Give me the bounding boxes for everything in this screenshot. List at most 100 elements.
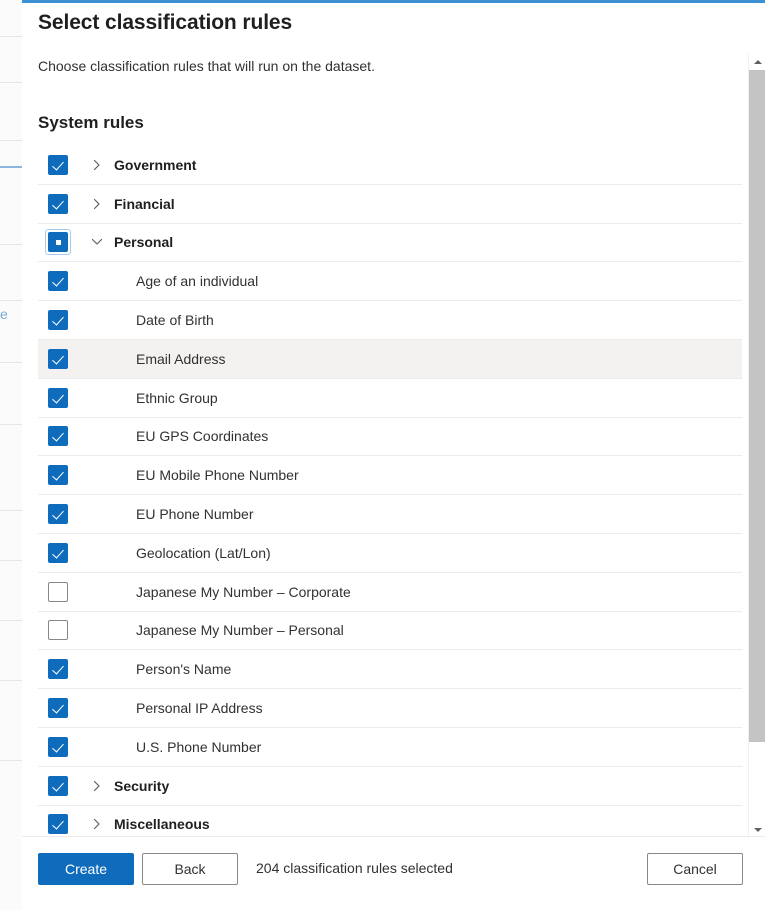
rule-checkbox-wrapper[interactable] [46, 348, 70, 369]
rule-checkbox-wrapper[interactable] [46, 581, 70, 602]
background-divider [0, 36, 22, 37]
rule-item-row[interactable]: Japanese My Number – Corporate [38, 573, 742, 612]
rule-checkbox-wrapper[interactable] [46, 465, 70, 486]
rule-item-row[interactable]: Japanese My Number – Personal [38, 612, 742, 651]
rule-group-row[interactable]: Financial [38, 185, 742, 224]
rule-item-row[interactable]: U.S. Phone Number [38, 728, 742, 767]
classification-rules-dialog: e Select classification rules Choose cla… [0, 0, 765, 910]
rule-label: Age of an individual [136, 273, 259, 290]
dialog-footer: Create Back 204 classification rules sel… [22, 836, 765, 910]
checkbox-checked-icon[interactable] [48, 542, 68, 563]
rule-item-row[interactable]: EU Phone Number [38, 495, 742, 534]
scroll-up-arrow-icon[interactable] [749, 53, 765, 70]
rule-checkbox-wrapper[interactable] [46, 736, 70, 757]
rule-item-row[interactable]: Geolocation (Lat/Lon) [38, 534, 742, 573]
rule-item-row[interactable]: Date of Birth [38, 301, 742, 340]
background-divider [0, 424, 22, 425]
rule-checkbox-wrapper[interactable] [46, 193, 70, 214]
rule-checkbox-wrapper[interactable] [46, 310, 70, 331]
rule-label: EU GPS Coordinates [136, 428, 269, 445]
background-divider [0, 300, 22, 301]
rule-checkbox-wrapper[interactable] [45, 229, 71, 256]
background-divider [0, 244, 22, 245]
selected-rules-count-status: 204 classification rules selected [256, 860, 453, 876]
chevron-placeholder [84, 430, 110, 442]
checkbox-checked-icon[interactable] [48, 465, 68, 486]
chevron-placeholder [84, 702, 110, 714]
dialog-panel: Select classification rules Choose class… [22, 0, 765, 910]
checkbox-unchecked-icon[interactable] [48, 581, 68, 602]
chevron-right-icon[interactable] [84, 780, 110, 792]
rule-checkbox-wrapper[interactable] [46, 154, 70, 175]
rule-label: Personal [114, 234, 174, 251]
checkbox-checked-icon[interactable] [48, 154, 68, 175]
background-divider [0, 680, 22, 681]
checkbox-checked-icon[interactable] [48, 775, 68, 796]
chevron-right-icon[interactable] [84, 159, 110, 171]
checkbox-checked-icon[interactable] [48, 271, 68, 292]
background-divider [0, 140, 22, 141]
rule-checkbox-wrapper[interactable] [46, 387, 70, 408]
vertical-scrollbar[interactable] [748, 53, 765, 838]
rule-item-row[interactable]: Person's Name [38, 650, 742, 690]
chevron-down-icon[interactable] [84, 236, 110, 248]
checkbox-checked-icon[interactable] [48, 736, 68, 757]
checkbox-checked-icon[interactable] [48, 387, 68, 408]
background-partial-link: e [0, 306, 8, 322]
chevron-placeholder [84, 392, 110, 404]
rule-item-row[interactable]: Email Address [38, 339, 742, 379]
rule-checkbox-wrapper[interactable] [46, 775, 70, 796]
cancel-button[interactable]: Cancel [647, 853, 743, 885]
rule-checkbox-wrapper[interactable] [46, 542, 70, 563]
rule-label: Personal IP Address [136, 700, 263, 717]
scrollbar-thumb[interactable] [749, 70, 765, 742]
rule-item-row[interactable]: Age of an individual [38, 262, 742, 302]
checkbox-checked-icon[interactable] [48, 193, 68, 214]
checkbox-checked-icon[interactable] [48, 504, 68, 525]
rule-label: Email Address [136, 350, 226, 367]
rule-group-row[interactable]: Security [38, 767, 742, 806]
background-divider [0, 560, 22, 561]
background-divider [0, 620, 22, 621]
chevron-right-icon[interactable] [84, 818, 110, 830]
background-divider [0, 82, 22, 83]
rule-label: Japanese My Number – Corporate [136, 583, 351, 600]
checkbox-checked-icon[interactable] [48, 310, 68, 331]
back-button[interactable]: Back [142, 853, 238, 885]
rule-label: Government [114, 156, 197, 173]
rule-item-row[interactable]: EU Mobile Phone Number [38, 456, 742, 496]
rule-label: EU Mobile Phone Number [136, 467, 299, 484]
page-title: Select classification rules [38, 11, 293, 34]
chevron-placeholder [84, 508, 110, 520]
rule-checkbox-wrapper[interactable] [46, 271, 70, 292]
background-accent-line [0, 166, 22, 168]
rule-checkbox-wrapper[interactable] [46, 620, 70, 641]
checkbox-checked-icon[interactable] [48, 348, 68, 369]
checkbox-indeterminate-icon[interactable] [48, 232, 68, 253]
section-heading-system-rules: System rules [38, 113, 144, 132]
rule-label: Financial [114, 195, 175, 212]
scrollbar-track[interactable] [749, 70, 765, 821]
background-page-sliver: e [0, 0, 22, 910]
rule-checkbox-wrapper[interactable] [46, 814, 70, 835]
rule-checkbox-wrapper[interactable] [46, 698, 70, 719]
chevron-right-icon[interactable] [84, 198, 110, 210]
rule-checkbox-wrapper[interactable] [46, 426, 70, 447]
rule-label: Person's Name [136, 661, 232, 678]
rule-item-row[interactable]: Personal IP Address [38, 689, 742, 728]
rule-checkbox-wrapper[interactable] [46, 659, 70, 680]
chevron-placeholder [84, 314, 110, 326]
background-divider [0, 760, 22, 761]
checkbox-unchecked-icon[interactable] [48, 620, 68, 641]
rule-item-row[interactable]: Ethnic Group [38, 379, 742, 418]
rule-group-row[interactable]: Government [38, 146, 742, 185]
rule-item-row[interactable]: EU GPS Coordinates [38, 418, 742, 457]
rule-checkbox-wrapper[interactable] [46, 504, 70, 525]
rule-group-row[interactable]: Personal [38, 224, 742, 263]
chevron-placeholder [84, 469, 110, 481]
create-button[interactable]: Create [38, 853, 134, 885]
checkbox-checked-icon[interactable] [48, 426, 68, 447]
checkbox-checked-icon[interactable] [48, 814, 68, 835]
checkbox-checked-icon[interactable] [48, 698, 68, 719]
checkbox-checked-icon[interactable] [48, 659, 68, 680]
